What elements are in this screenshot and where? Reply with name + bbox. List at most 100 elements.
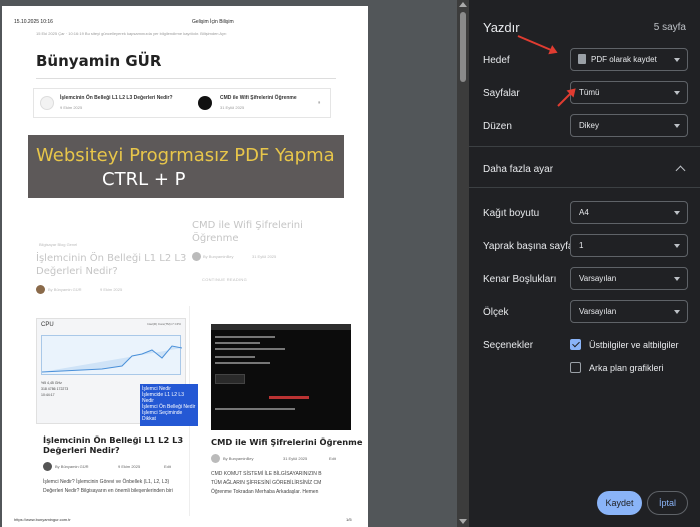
destination-value: PDF olarak kaydet — [591, 55, 657, 64]
overlay-banner: Websiteyi Progrmasız PDF Yapma CTRL + P — [28, 135, 344, 198]
scrollbar-thumb[interactable] — [460, 12, 466, 82]
cpu-stat-line: 318 4786 172273 — [41, 386, 69, 391]
scale-value: Varsayılan — [579, 307, 617, 316]
banner-line-1: Websiteyi Progrmasız PDF Yapma — [36, 145, 335, 166]
scale-select[interactable]: Varsayılan — [570, 300, 688, 323]
site-topbar: 15 Eki 2025 Çar · 10:16:19 Bu siteyi gün… — [36, 31, 227, 36]
layout-label: Düzen — [483, 121, 512, 132]
card-edit-link: Edit — [164, 464, 171, 469]
excerpt-line: Değerleri Nedir? Bilgisayarın en önemli … — [43, 488, 173, 494]
excerpt-line: Öğrenme Tokradan Merhaba Arkadaşlar. Hem… — [211, 489, 319, 495]
paper-size-value: A4 — [579, 208, 589, 217]
options-label: Seçenekler — [483, 340, 534, 351]
post-thumbnail — [211, 324, 351, 430]
post-date: 9 Ekim 2025 — [100, 287, 123, 292]
pages-value: Tümü — [579, 88, 600, 97]
pages-per-sheet-label: Yaprak başına sayfa — [483, 241, 574, 252]
more-settings-toggle[interactable]: Daha fazla ayar — [483, 164, 553, 175]
card-date: 31 Eylül 2025 — [283, 456, 308, 461]
scale-label: Ölçek — [483, 307, 509, 318]
save-button[interactable]: Kaydet — [597, 491, 642, 515]
terminal-line — [215, 408, 295, 410]
pause-icon: ⏸ — [318, 100, 321, 106]
print-settings-panel: Yazdır 5 sayfa Hedef PDF olarak kaydet S… — [469, 0, 700, 527]
related-post-date: 31 Eylül 2025 — [220, 105, 245, 110]
pages-per-sheet-select[interactable]: 1 — [570, 234, 688, 257]
post-author: By BunyaminBey — [203, 254, 234, 259]
document-icon — [578, 54, 586, 64]
post-card: CPU Intel(R) Core(TM) i7 CPU %5 4,45 GHz… — [28, 306, 198, 516]
cpu-stats: %5 4,45 GHz 318 4786 172273 10:44:17 — [41, 381, 68, 399]
chevron-down-icon — [674, 58, 680, 62]
scroll-up-arrow-icon[interactable] — [459, 2, 467, 7]
margins-select[interactable]: Varsayılan — [570, 267, 688, 290]
author-avatar — [36, 285, 45, 294]
excerpt-line: CMD KOMUT SİSTEMİ İLE BİLGİSAYARINIZIN B — [211, 471, 322, 477]
post-thumbnail-icon — [198, 96, 212, 110]
related-post-title: CMD ile Wifi Şifrelerini Öğrenme — [220, 95, 297, 101]
terminal-line — [215, 336, 275, 338]
divider — [469, 146, 700, 147]
author-avatar — [211, 454, 220, 463]
excerpt-line: TÜM AĞLARIN ŞİFRESİNİ GÖREBİLİRSİNİZ CM — [211, 480, 322, 486]
headers-footers-label[interactable]: Üstbilgiler ve altbilgiler — [589, 340, 679, 350]
paper-size-label: Kağıt boyutu — [483, 208, 540, 219]
related-post-date: 9 Ekim 2025 — [60, 105, 83, 110]
site-name: Bünyamin GÜR — [36, 52, 162, 70]
post-card: CMD ile Wifi Şifrelerini Öğrenme By Buny… — [203, 312, 365, 522]
destination-label: Hedef — [483, 55, 510, 66]
chevron-down-icon — [674, 211, 680, 215]
related-posts-bar: İşlemcinin Ön Belleği L1 L2 L3 Değerleri… — [33, 88, 331, 118]
post-title: İşlemcinin Ön Belleği L1 L2 L3 Değerleri… — [36, 253, 187, 277]
chevron-down-icon — [674, 91, 680, 95]
pages-label: Sayfalar — [483, 88, 520, 99]
card-excerpt: CMD KOMUT SİSTEMİ İLE BİLGİSAYARINIZIN B… — [211, 470, 361, 497]
print-header-title: Gelişim İçin Bilişim — [192, 19, 234, 25]
card-title: CMD ile Wifi Şifrelerini Öğrenme — [211, 437, 363, 447]
scroll-down-arrow-icon[interactable] — [459, 519, 467, 524]
layout-value: Dikey — [579, 121, 600, 130]
terminal-line — [215, 342, 260, 344]
print-footer-url: https://www.bunyamingur.com.tr — [14, 517, 71, 522]
card-title: İşlemcinin Ön Belleği L1 L2 L3 Değerleri… — [43, 435, 184, 455]
author-avatar — [43, 462, 52, 471]
chevron-down-icon — [674, 124, 680, 128]
card-edit-link: Edit — [329, 456, 336, 461]
related-post-title: İşlemcinin Ön Belleği L1 L2 L3 Değerleri… — [60, 95, 173, 101]
card-author: By Bünyamin GÜR — [55, 464, 89, 469]
pages-select[interactable]: Tümü — [570, 81, 688, 104]
paper-size-select[interactable]: A4 — [570, 201, 688, 224]
background-graphics-label[interactable]: Arka plan grafikleri — [589, 363, 664, 373]
preview-scrollbar[interactable] — [457, 0, 469, 527]
print-header-date: 15.10.2025 10:16 — [14, 19, 53, 25]
terminal-highlight — [269, 396, 309, 399]
card-date: 9 Ekim 2025 — [118, 464, 141, 469]
card-excerpt: İşlemci Nedir? İşlemcinin Görevi ve Önbe… — [43, 478, 193, 496]
background-graphics-checkbox[interactable] — [570, 362, 581, 373]
destination-select[interactable]: PDF olarak kaydet — [570, 48, 688, 71]
post-categories: Bilgisayar Blog Genel — [39, 242, 78, 247]
terminal-highlight — [215, 374, 245, 384]
post-date: 31 Eylül 2025 — [252, 254, 277, 259]
chevron-down-icon — [674, 277, 680, 281]
divider — [469, 187, 700, 188]
terminal-line — [215, 356, 255, 358]
chevron-up-icon[interactable] — [675, 165, 686, 176]
post-author: By Bünyamin GÜR — [48, 287, 82, 292]
card-author: By BunyaminBey — [223, 456, 254, 461]
cpu-usage-line — [41, 345, 183, 373]
print-dialog-title: Yazdır — [483, 20, 520, 35]
cpu-stat-line: 10:44:17 — [41, 392, 55, 397]
divider — [36, 78, 336, 79]
overlay-item: İşlemcide L1 L2 L3 Nedir — [142, 392, 184, 404]
headers-footers-checkbox[interactable] — [570, 339, 581, 350]
cancel-button[interactable]: İptal — [647, 491, 688, 515]
continue-reading-link: CONTINUE READING — [202, 277, 248, 282]
thumbnail-overlay-list: İşlemci Nedir İşlemcide L1 L2 L3 Nedir İ… — [140, 384, 198, 426]
overlay-item: İşlemci Seçiminde Dikkat — [142, 410, 183, 422]
chevron-down-icon — [674, 244, 680, 248]
layout-select[interactable]: Dikey — [570, 114, 688, 137]
pages-per-sheet-value: 1 — [579, 241, 584, 250]
print-preview-area[interactable]: 15.10.2025 10:16 Gelişim İçin Bilişim 15… — [0, 0, 457, 527]
terminal-line — [215, 348, 285, 350]
